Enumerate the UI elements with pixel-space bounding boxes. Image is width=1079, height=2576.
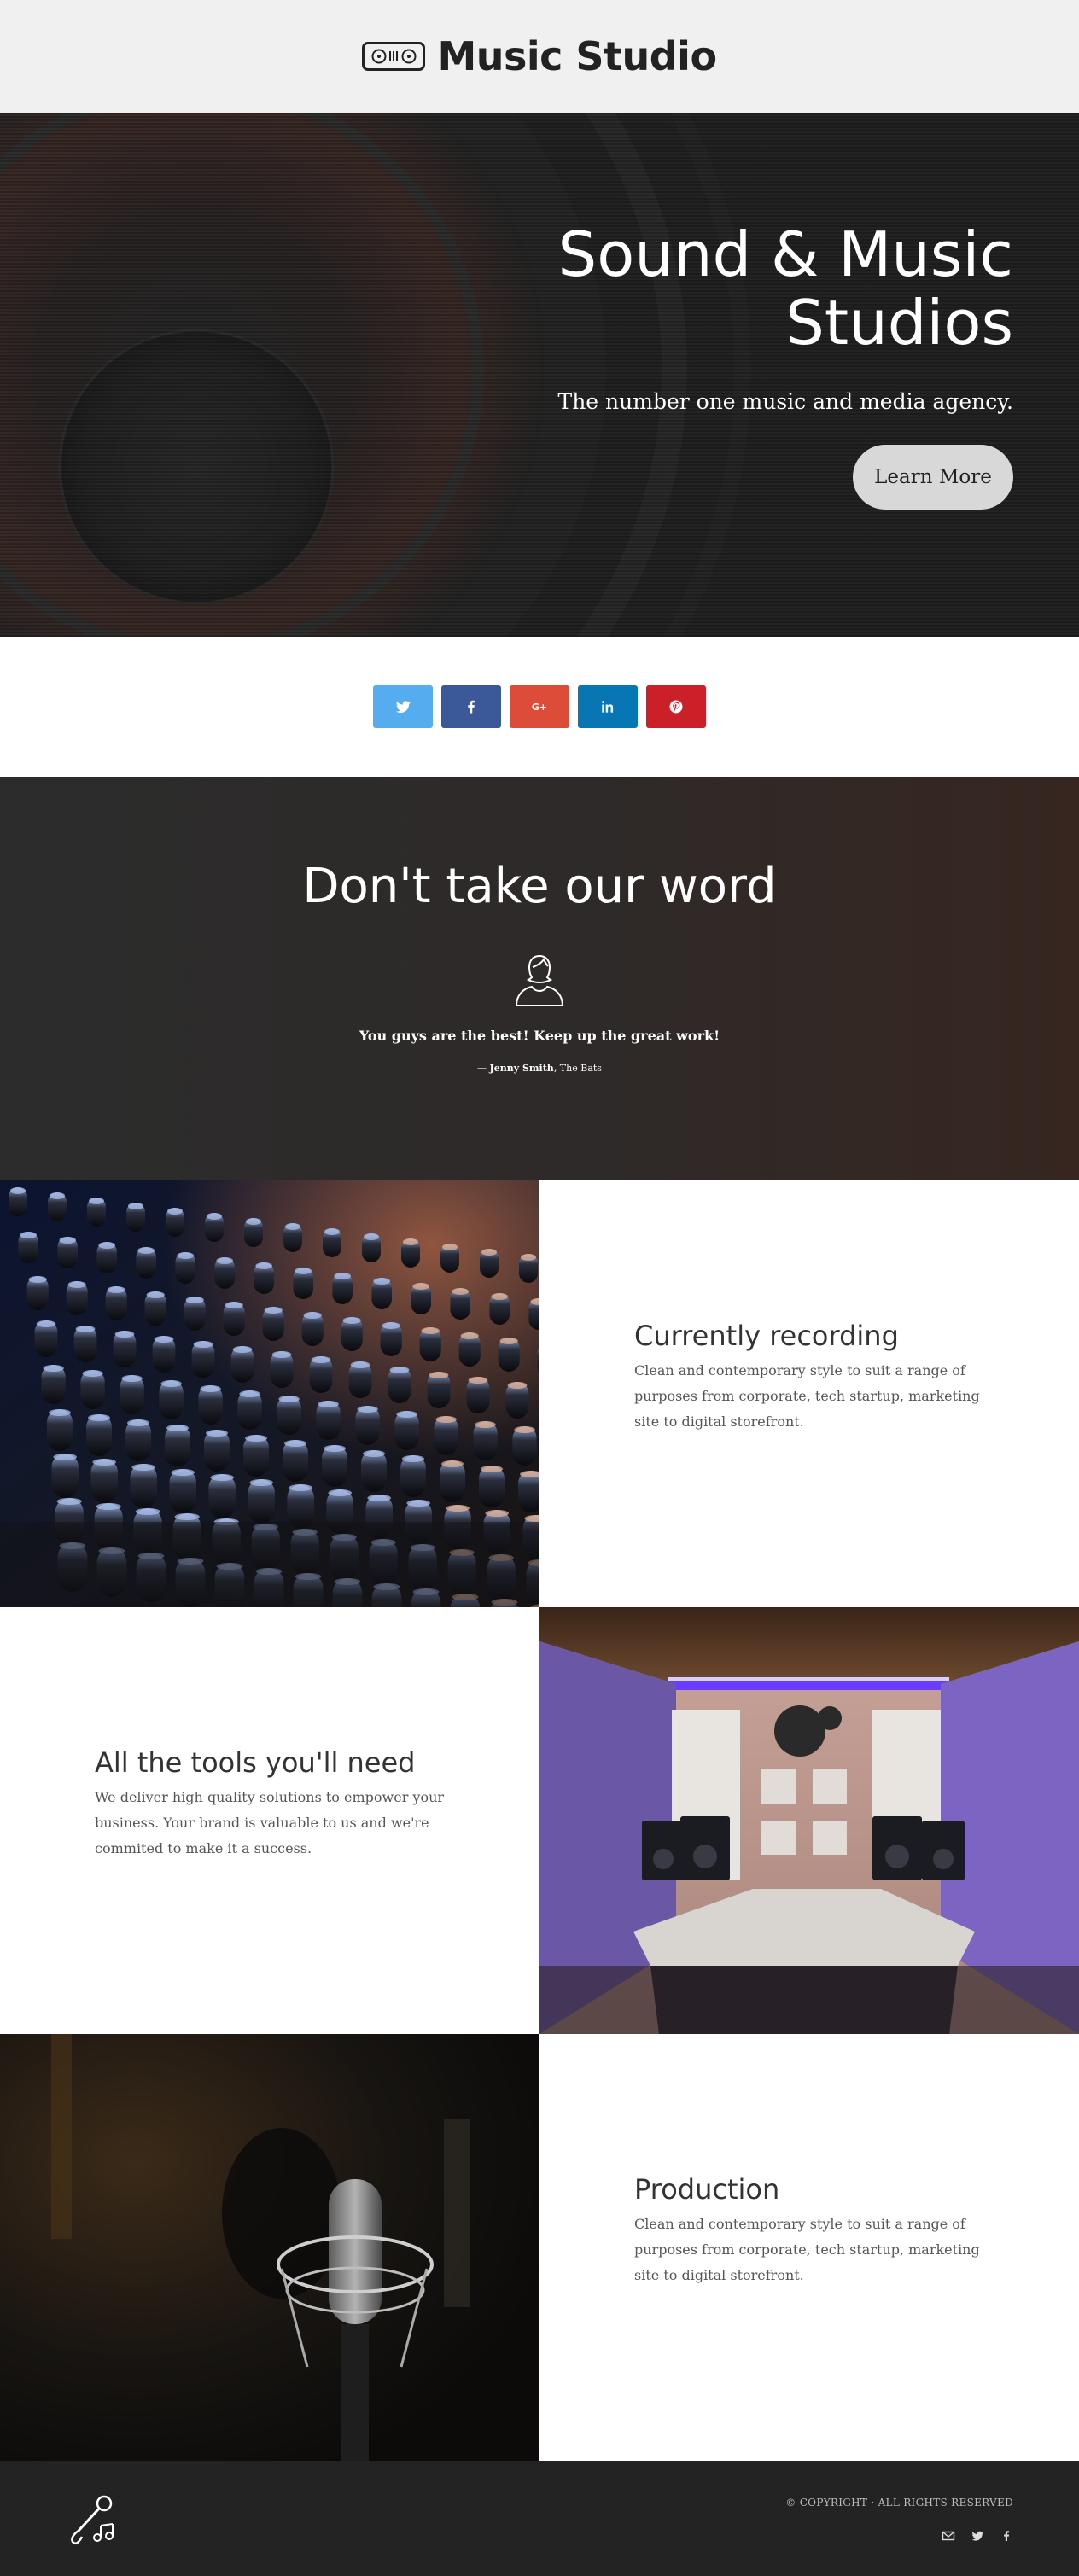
google-plus-icon: G+ — [532, 702, 547, 713]
hero-title: Sound & Music Studios — [399, 219, 1014, 358]
hero-title-line1: Sound & Music — [557, 219, 1014, 290]
mixing-console-photo — [0, 1180, 540, 1607]
testimonial-author: Jenny Smith — [489, 1063, 554, 1074]
twitter-icon — [395, 701, 411, 714]
linkedin-icon — [602, 701, 614, 713]
testimonial-quote: You guys are the best! Keep up the great… — [359, 1028, 720, 1044]
feature-text-tools: All the tools you'll need We deliver hig… — [0, 1607, 540, 2034]
social-share-bar: G+ — [0, 637, 1079, 777]
feature-body-production: Clean and contemporary style to suit a r… — [634, 2216, 980, 2283]
testimonial-attribution: — Jenny Smith, The Bats — [0, 1063, 1079, 1074]
footer-social-links — [942, 2529, 1013, 2543]
facebook-share-button[interactable] — [441, 685, 501, 728]
testimonial-section: Don't take our word You guys are the bes… — [0, 777, 1079, 1180]
feature-row-tools: All the tools you'll need We deliver hig… — [0, 1607, 1079, 2034]
google-plus-share-button[interactable]: G+ — [510, 685, 569, 728]
turntable-logo-icon[interactable] — [362, 42, 426, 71]
hero-section: Sound & Music Studios The number one mus… — [0, 113, 1079, 637]
site-header: Music Studio — [0, 0, 1079, 113]
pinterest-share-button[interactable] — [646, 685, 706, 728]
site-footer: © COPYRIGHT · ALL RIGHTS RESERVED — [0, 2461, 1079, 2576]
email-icon[interactable] — [942, 2529, 955, 2543]
copyright-text: © COPYRIGHT · ALL RIGHTS RESERVED — [785, 2497, 1013, 2509]
attribution-dash: — — [477, 1063, 490, 1074]
user-icon — [515, 954, 564, 1006]
hero-content: Sound & Music Studios The number one mus… — [399, 220, 1013, 510]
facebook-icon[interactable] — [1000, 2529, 1013, 2543]
feature-row-recording: Currently recording Clean and contempora… — [0, 1180, 1079, 1607]
microphone-note-icon[interactable] — [63, 2493, 118, 2548]
feature-title-production: Production — [634, 2173, 780, 2206]
microphone-photo — [0, 2034, 540, 2461]
twitter-share-button[interactable] — [373, 685, 433, 728]
facebook-icon — [468, 700, 475, 714]
hero-title-line2: Studios — [785, 287, 1013, 358]
testimonial-title: Don't take our word — [302, 859, 777, 914]
feature-text-recording: Currently recording Clean and contempora… — [540, 1180, 1079, 1607]
testimonial-company: , The Bats — [553, 1063, 602, 1074]
feature-title-tools: All the tools you'll need — [95, 1746, 416, 1779]
studio-room-photo — [540, 1607, 1079, 2034]
feature-title-recording: Currently recording — [634, 1320, 899, 1352]
feature-body-tools: We deliver high quality solutions to emp… — [95, 1789, 445, 1856]
pinterest-icon — [669, 700, 683, 714]
linkedin-share-button[interactable] — [578, 685, 638, 728]
twitter-icon[interactable] — [971, 2529, 984, 2543]
svg-text:G+: G+ — [532, 702, 547, 713]
feature-row-production: Production Clean and contemporary style … — [0, 2034, 1079, 2461]
learn-more-button[interactable]: Learn More — [853, 445, 1013, 510]
feature-body-recording: Clean and contemporary style to suit a r… — [634, 1362, 980, 1430]
feature-text-production: Production Clean and contemporary style … — [540, 2034, 1079, 2461]
hero-subtitle: The number one music and media agency. — [557, 389, 1013, 414]
site-title[interactable]: Music Studio — [437, 33, 717, 79]
